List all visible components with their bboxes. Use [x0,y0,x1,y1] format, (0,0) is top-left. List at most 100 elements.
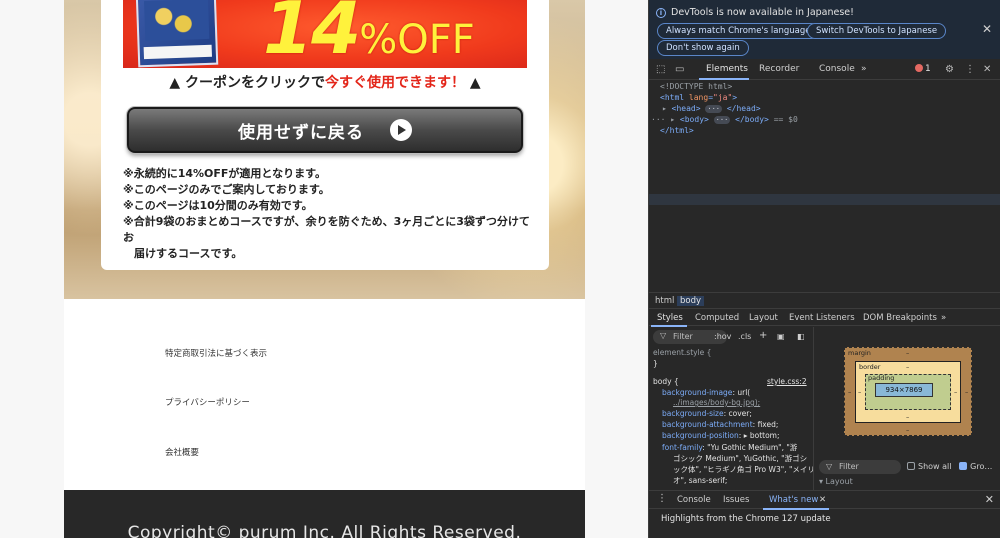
coupon-instruction-highlight: 今すぐ使用できます！ [325,75,465,91]
footer-link-legal-notice[interactable]: 特定商取引法に基づく表示 [165,347,267,359]
body-selector[interactable]: body { [653,377,679,386]
screen: 14%OFF ▲ クーポンをクリックで今すぐ使用できます！ ▲ 使用せずに戻る … [0,0,1000,538]
devtools-panel: i DevTools is now available in Japanese!… [648,0,1000,538]
paint-icon[interactable]: ▣ [777,332,785,341]
product-image-detail [144,0,210,42]
switch-to-japanese-button[interactable]: Switch DevTools to Japanese [807,23,947,39]
expand-triangle-icon[interactable]: ▸ [662,104,672,113]
css-declaration: background-attachment: fixed; [662,420,779,429]
checkbox-icon [907,462,915,470]
dom-lang-value: "ja" [713,93,733,102]
dom-body-ellipsis[interactable]: ··· [713,116,731,124]
back-button-label: 使用せずに戻る [238,122,364,143]
tab-layout[interactable]: Layout [749,313,778,323]
coupon-card: 14%OFF ▲ クーポンをクリックで今すぐ使用できます！ ▲ 使用せずに戻る … [101,0,549,270]
dom-doctype[interactable]: <!DOCTYPE html> [660,82,732,91]
tab-dom-breakpoints[interactable]: DOM Breakpoints [863,313,937,323]
discount-banner[interactable]: 14%OFF [123,0,527,68]
infobar-message: DevTools is now available in Japanese! [671,7,854,18]
error-count: 1 [925,64,931,74]
breadcrumb-body[interactable]: body [677,296,705,306]
tab-recorder[interactable]: Recorder [759,64,799,74]
css-declaration: font-family: "Yu Gothic Medium", "游 [662,443,798,452]
match-chrome-language-button[interactable]: Always match Chrome's language [657,23,820,39]
error-count-badge[interactable]: 1 [915,64,931,74]
box-model-content-size[interactable]: 934×7869 [875,383,933,397]
dom-head-ellipsis[interactable]: ··· [705,105,723,113]
layout-section-toggle[interactable]: ▾ Layout [819,477,853,486]
dom-html-close[interactable]: </html> [660,126,694,135]
checkbox-checked-icon[interactable] [959,462,968,470]
tab-styles[interactable]: Styles [657,313,683,323]
box-model-border[interactable]: border – – – – padding 934×7869 [855,361,961,423]
row-more-icon[interactable]: ··· [651,115,665,124]
dont-show-again-button[interactable]: Don't show again [657,40,749,56]
css-declaration: background-image: url( [662,388,751,397]
more-subtabs-icon[interactable]: » [941,313,946,323]
footer-link-privacy-policy[interactable]: プライバシーポリシー [165,396,250,408]
copyright-footer: Copyright© purum Inc. All Rights Reserve… [64,490,585,538]
css-declaration-continued: ック体", "ヒラギノ角ゴ Pro W3", "メイリ [673,465,814,474]
breadcrumb-html[interactable]: html [652,296,677,306]
element-style-close: } [653,359,658,368]
computed-filter-input[interactable]: ▽ Filter [819,460,901,474]
dom-body-node[interactable]: ··· ▸ <body> ··· </body> == $0 [651,115,798,124]
footer-link-company[interactable]: 会社概要 [165,446,199,458]
note-item: 届けするコースです。 [123,247,243,260]
discount-text: 14%OFF [263,0,475,68]
tab-console[interactable]: Console [819,64,855,74]
close-drawer-icon[interactable]: ✕ [985,493,994,506]
back-without-using-button[interactable]: 使用せずに戻る [127,107,523,153]
hover-state-toggle[interactable]: :hov [714,332,731,341]
filter-icon: ▽ [826,462,833,471]
filter-placeholder: Filter [839,462,859,471]
language-infobar: i DevTools is now available in Japanese!… [649,0,1000,59]
inspect-element-icon[interactable]: ⬚ [656,64,665,75]
box-model-margin[interactable]: margin – – – – border – – – – padding 93… [844,347,972,436]
gear-icon[interactable]: ⚙ [945,64,954,75]
web-page-viewport: 14%OFF ▲ クーポンをクリックで今すぐ使用できます！ ▲ 使用せずに戻る … [0,0,648,538]
coupon-instruction: ▲ クーポンをクリックで今すぐ使用できます！ ▲ [101,72,549,92]
note-item: ※合計9袋のおまとめコースですが、余りを防ぐため、3ヶ月ごとに3袋ずつ分けてお [123,215,530,244]
error-icon [915,64,923,72]
close-tab-icon[interactable]: ✕ [819,495,826,505]
device-toolbar-icon[interactable]: ▭ [675,64,684,75]
class-toggle[interactable]: .cls [738,332,751,341]
css-declaration-continued: ../images/body-bg.jpg); [673,398,761,407]
dom-html-node[interactable]: <html lang="ja"> [660,93,737,102]
discount-percent-off: %OFF [359,17,475,63]
sidebar-toggle-icon[interactable]: ◧ [797,332,805,341]
note-item: ※永続的に14%OFFが適用となります。 [123,167,326,180]
drawer-tab-issues[interactable]: Issues [723,495,749,505]
drawer-menu-icon[interactable]: ⋮ [657,493,667,504]
dom-selected-row [649,194,1000,205]
filter-icon: ▽ [660,331,667,340]
more-tabs-icon[interactable]: » [861,64,867,74]
dom-head-node[interactable]: ▸ <head> ··· </head> [662,104,761,113]
show-all-checkbox[interactable]: Show all Gro… [907,462,992,471]
close-devtools-icon[interactable]: ✕ [983,64,991,75]
drawer-tab-whats-new[interactable]: What's new [769,495,818,505]
css-declaration-continued: ゴシック Medium", YuGothic, "游ゴシ [673,454,808,463]
padding-label: padding [868,374,895,382]
devtools-main-tabs: ⬚ ▭ Elements Recorder Console » 1 ⚙ ⋮ ✕ [649,59,1000,80]
more-options-icon[interactable]: ⋮ [965,64,975,75]
element-style-rule[interactable]: element.style { [653,348,711,357]
close-icon[interactable]: ✕ [982,22,992,36]
dom-head-close: </head> [726,104,761,113]
product-label-strip [143,44,212,60]
tab-computed[interactable]: Computed [695,313,739,323]
drawer-tab-console[interactable]: Console [677,495,711,505]
box-model-padding[interactable]: padding 934×7869 [865,374,951,410]
dom-tree: <!DOCTYPE html> <html lang="ja"> ▸ <head… [649,81,1000,291]
info-icon: i [656,8,666,18]
expand-triangle-icon[interactable]: ▸ [670,115,680,124]
tab-event-listeners[interactable]: Event Listeners [789,313,855,323]
coupon-instruction-prefix: ▲ クーポンをクリックで [169,75,325,91]
tab-elements[interactable]: Elements [706,64,748,74]
add-rule-icon[interactable]: + [759,330,767,341]
notes-list: ※永続的に14%OFFが適用となります。 ※このページのみでご案内しております。… [123,166,533,262]
stylesheet-source-link[interactable]: style.css:2 [767,377,807,386]
copyright-text: Copyright© purum Inc. All Rights Reserve… [127,523,522,538]
css-declaration: background-size: cover; [662,409,752,418]
